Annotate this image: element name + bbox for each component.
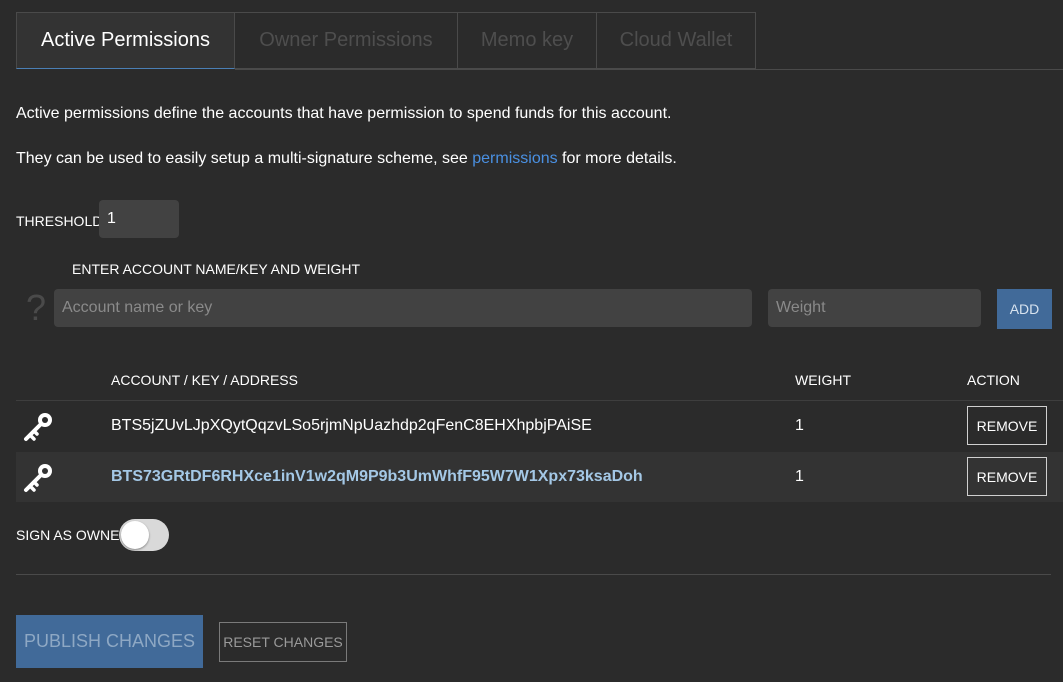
add-button[interactable]: ADD <box>997 289 1052 329</box>
row-weight: 1 <box>795 468 804 485</box>
row-account: BTS5jZUvLJpXQytQqzvLSo5rjmNpUazhdp2qFenC… <box>111 417 592 434</box>
reset-changes-button[interactable]: RESET CHANGES <box>219 622 347 662</box>
description-suffix: for more details. <box>557 150 677 167</box>
weight-input[interactable] <box>768 289 981 327</box>
description-prefix: They can be used to easily setup a multi… <box>16 150 473 167</box>
key-icon <box>24 464 52 492</box>
tab-memo-key[interactable]: Memo key <box>458 12 597 69</box>
add-form-label: ENTER ACCOUNT NAME/KEY AND WEIGHT <box>72 261 361 277</box>
header-action: ACTION <box>967 372 1020 388</box>
account-name-input[interactable] <box>54 289 752 327</box>
tab-active-permissions[interactable]: Active Permissions <box>16 12 235 69</box>
sign-as-owner-label: SIGN AS OWNER: <box>16 527 134 543</box>
section-divider <box>16 574 1051 575</box>
tab-owner-permissions[interactable]: Owner Permissions <box>235 12 458 69</box>
header-weight: WEIGHT <box>795 372 851 388</box>
key-icon <box>24 413 52 441</box>
row-account: BTS73GRtDF6RHXce1inV1w2qM9P9b3UmWhfF95W7… <box>111 468 643 485</box>
permissions-tabs: Active Permissions Owner Permissions Mem… <box>16 12 756 69</box>
toggle-knob <box>121 521 149 549</box>
description-line-1: Active permissions define the accounts t… <box>16 105 672 122</box>
table-row: BTS73GRtDF6RHXce1inV1w2qM9P9b3UmWhfF95W7… <box>16 452 1063 502</box>
sign-as-owner-toggle[interactable] <box>119 519 169 551</box>
header-account: ACCOUNT / KEY / ADDRESS <box>111 372 298 388</box>
remove-button[interactable]: REMOVE <box>967 406 1047 445</box>
permissions-link[interactable]: permissions <box>472 150 557 167</box>
remove-button[interactable]: REMOVE <box>967 457 1047 496</box>
publish-changes-button[interactable]: PUBLISH CHANGES <box>16 615 203 668</box>
threshold-label: THRESHOLD <box>16 213 103 229</box>
description-line-2: They can be used to easily setup a multi… <box>16 150 677 168</box>
threshold-input[interactable] <box>99 200 179 238</box>
question-mark-icon: ? <box>25 287 47 328</box>
tab-cloud-wallet[interactable]: Cloud Wallet <box>597 12 756 69</box>
table-row: BTS5jZUvLJpXQytQqzvLSo5rjmNpUazhdp2qFenC… <box>16 401 1063 452</box>
row-weight: 1 <box>795 417 804 434</box>
tabs-divider <box>235 69 1063 70</box>
